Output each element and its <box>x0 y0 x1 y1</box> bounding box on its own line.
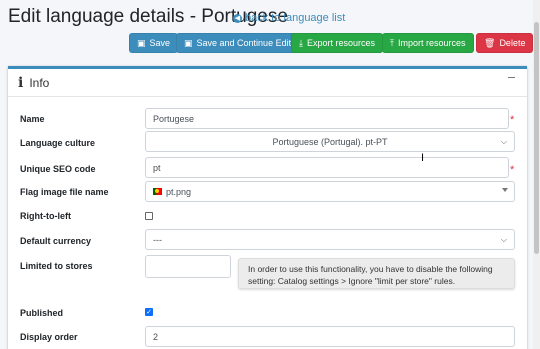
display-order-input[interactable]: 2 <box>145 326 515 347</box>
export-resources-button[interactable]: ⤓ Export resources <box>291 33 384 53</box>
card-title: Info <box>29 75 50 90</box>
info-icon: i <box>18 74 24 91</box>
culture-select[interactable]: Portuguese (Portugal). pt-PT ⌵ <box>145 131 515 152</box>
card-header[interactable]: i Info <box>8 69 527 97</box>
flag-label: Flag image file name <box>20 187 109 197</box>
delete-button-label: Delete <box>499 38 526 48</box>
delete-button[interactable]: 🗑 Delete <box>476 33 534 53</box>
import-button-label: Import resources <box>397 38 466 48</box>
culture-select-value: Portuguese (Portugal). pt-PT <box>272 136 388 147</box>
rtl-checkbox[interactable] <box>145 212 153 220</box>
save-continue-button[interactable]: ▣ Save and Continue Edit <box>176 33 300 53</box>
rtl-label: Right-to-left <box>20 211 71 221</box>
seo-required-marker: * <box>510 164 515 176</box>
currency-select[interactable]: --- ⌵ <box>145 229 515 250</box>
seo-code-input[interactable]: pt <box>145 157 509 178</box>
upload-icon: ⤒ <box>390 37 394 48</box>
published-label: Published <box>20 308 64 318</box>
chevron-down-icon: ⌵ <box>500 137 507 146</box>
back-link-label: back to language list <box>245 12 346 24</box>
stores-hint-tooltip: In order to use this functionality, you … <box>238 258 515 289</box>
back-to-list-link[interactable]: ◀ back to language list <box>233 12 345 24</box>
floppy-icon: ▣ <box>137 37 146 48</box>
chevron-down-icon: ⌵ <box>500 235 507 244</box>
save-button-label: Save <box>149 38 171 48</box>
flag-select-value: pt.png <box>166 186 192 197</box>
save-continue-label: Save and Continue Edit <box>196 38 292 48</box>
published-checkbox[interactable]: ✓ <box>145 308 153 316</box>
currency-select-value: --- <box>153 234 162 245</box>
download-icon: ⤓ <box>299 37 303 48</box>
save-button[interactable]: ▣ Save <box>129 33 179 53</box>
currency-label: Default currency <box>20 236 92 246</box>
display-order-label: Display order <box>20 332 78 342</box>
minus-icon[interactable] <box>508 77 515 78</box>
stores-select[interactable] <box>145 255 231 278</box>
export-button-label: Export resources <box>306 38 376 48</box>
stores-label: Limited to stores <box>20 261 93 271</box>
trash-icon: 🗑 <box>484 37 496 48</box>
display-order-value: 2 <box>153 331 159 342</box>
toolbar: ▣ Save ▣ Save and Continue Edit ⤓ Export… <box>0 33 540 53</box>
text-cursor-icon: I <box>421 152 425 164</box>
scrollbar-thumb[interactable] <box>534 22 539 254</box>
portugal-flag-icon <box>153 188 162 195</box>
culture-label: Language culture <box>20 138 96 148</box>
import-resources-button[interactable]: ⤒ Import resources <box>382 33 474 53</box>
arrow-circle-left-icon: ◀ <box>233 13 242 23</box>
name-input[interactable]: Portugese <box>145 108 509 129</box>
name-required-marker: * <box>510 114 515 126</box>
floppy-icon: ▣ <box>184 37 193 48</box>
seo-code-value: pt <box>153 162 161 173</box>
seo-code-label: Unique SEO code <box>20 164 96 174</box>
name-label: Name <box>20 114 45 124</box>
caret-down-icon <box>502 188 508 192</box>
flag-select[interactable]: pt.png <box>145 181 515 202</box>
vertical-scrollbar[interactable] <box>533 0 540 349</box>
name-input-value: Portugese <box>153 113 195 124</box>
